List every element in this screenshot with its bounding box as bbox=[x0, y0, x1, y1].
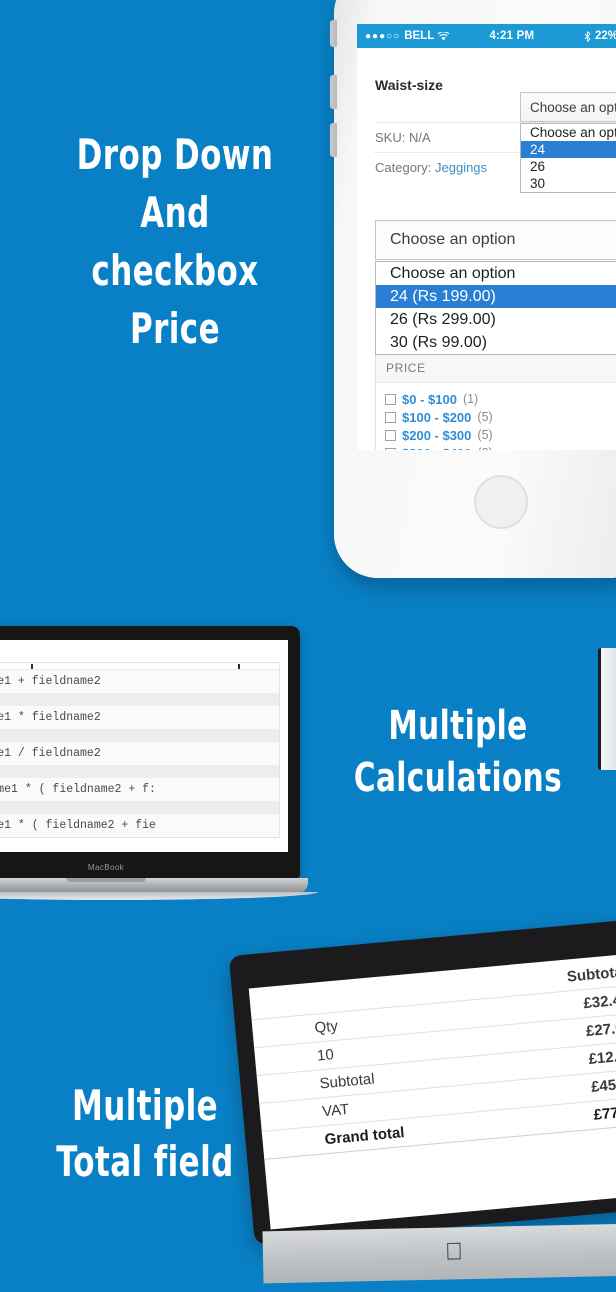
price-filter-checkbox[interactable] bbox=[385, 411, 396, 423]
formula-row[interactable]: (fieldname1 * ( fieldname2 + f: bbox=[0, 778, 279, 801]
imac-chin:  bbox=[262, 1222, 616, 1284]
invoice-table: Subtotal Qty £32.40 10 £27.00 Subtotal £… bbox=[248, 956, 616, 1161]
offscreen-device-edge bbox=[598, 648, 616, 770]
invoice-row-value: £12.90 bbox=[587, 1046, 616, 1068]
imac-body: Subtotal Qty £32.40 10 £27.00 Subtotal £… bbox=[228, 917, 616, 1245]
macbook-mockup: fieldname1 + fieldname2 fieldname1 * fie… bbox=[0, 626, 318, 918]
formula-row-separator bbox=[0, 765, 279, 778]
macbook-brand-label: MacBook bbox=[87, 863, 125, 872]
phone-status-bar: ●●●○○ BELL 4:21 PM 22% bbox=[357, 24, 616, 48]
wifi-icon bbox=[438, 31, 450, 40]
price-filter-checkbox[interactable] bbox=[385, 429, 396, 441]
variation-price-select-options[interactable]: Choose an option 24 (Rs 199.00) 26 (Rs 2… bbox=[375, 261, 616, 355]
apple-logo-icon:  bbox=[443, 1238, 466, 1265]
imac-mockup: Subtotal Qty £32.40 10 £27.00 Subtotal £… bbox=[228, 917, 616, 1292]
formula-row-separator bbox=[0, 693, 279, 706]
battery-percent-label: 22% bbox=[594, 30, 616, 42]
phone-mute-switch[interactable] bbox=[330, 20, 337, 47]
waist-size-select[interactable]: Choose an option bbox=[520, 92, 616, 122]
price-range-label: $100 - $200 bbox=[402, 409, 472, 425]
price-filter-checkbox[interactable] bbox=[385, 393, 396, 405]
phone-home-button[interactable] bbox=[474, 475, 528, 529]
macbook-screen: fieldname1 + fieldname2 fieldname1 * fie… bbox=[0, 640, 288, 852]
promo-banner-canvas: Drop Down And checkbox Price ●●●○○ BELL … bbox=[0, 0, 616, 1292]
option-item[interactable]: 30 bbox=[521, 175, 616, 192]
option-item[interactable]: 24 (Rs 199.00) bbox=[376, 285, 616, 308]
option-item[interactable]: Choose an option bbox=[376, 262, 616, 285]
attribute-label: Waist-size bbox=[375, 77, 443, 93]
option-item[interactable]: Choose an option bbox=[521, 124, 616, 141]
price-range-label: $300 - $400 bbox=[402, 446, 471, 451]
promo-headline-multiple-calculations: Multiple Calculations bbox=[353, 703, 563, 801]
invoice-row-label: Qty bbox=[313, 1017, 339, 1037]
formula-list: fieldname1 + fieldname2 fieldname1 * fie… bbox=[0, 662, 280, 838]
invoice-row-value: £45.00 bbox=[590, 1074, 616, 1096]
formula-row[interactable]: fieldname1 * fieldname2 bbox=[0, 706, 279, 729]
macbook-lid: fieldname1 + fieldname2 fieldname1 * fie… bbox=[0, 626, 300, 878]
option-item[interactable]: 30 (Rs 99.00) bbox=[376, 331, 616, 354]
price-filter-row[interactable]: $0 - $100 (1) bbox=[385, 390, 616, 408]
formula-row[interactable]: fieldname1 * ( fieldname2 + fie bbox=[0, 814, 279, 837]
variation-price-select[interactable]: Choose an option bbox=[375, 220, 616, 260]
waist-size-select-options[interactable]: Choose an option 24 26 30 bbox=[520, 123, 616, 193]
invoice-header-left bbox=[311, 991, 317, 1008]
price-filter-row[interactable]: $100 - $200 (5) bbox=[385, 408, 616, 426]
formula-row[interactable]: fieldname1 + fieldname2 bbox=[0, 670, 279, 693]
price-range-label: $0 - $100 bbox=[402, 391, 457, 407]
bluetooth-icon bbox=[584, 30, 591, 42]
macbook-base bbox=[0, 878, 308, 893]
price-filter-checkbox[interactable] bbox=[385, 447, 396, 450]
price-filter-row[interactable]: $200 - $300 (5) bbox=[385, 426, 616, 444]
carrier-label: BELL bbox=[404, 30, 435, 42]
editor-ruler bbox=[0, 663, 279, 670]
invoice-grand-total-value: £77.40 bbox=[592, 1102, 616, 1124]
promo-headline-dropdown-checkbox-price: Drop Down And checkbox Price bbox=[76, 130, 274, 353]
variation-price-select-value: Choose an option bbox=[390, 231, 516, 248]
invoice-row-label: VAT bbox=[321, 1100, 350, 1121]
price-range-label: $200 - $300 bbox=[402, 427, 472, 443]
formula-row-separator bbox=[0, 729, 279, 742]
invoice-row-label: Subtotal bbox=[318, 1070, 376, 1093]
promo-headline-multiple-total-field: Multiple Total field bbox=[56, 1081, 234, 1186]
invoice-row-value: £32.40 bbox=[582, 991, 616, 1013]
imac-screen: Subtotal Qty £32.40 10 £27.00 Subtotal £… bbox=[248, 951, 616, 1230]
invoice-row-value: £27.00 bbox=[585, 1018, 616, 1041]
invoice-grand-total-label: Grand total bbox=[323, 1124, 406, 1149]
price-count-label: (5) bbox=[477, 428, 493, 442]
category-label: Category: bbox=[375, 160, 432, 175]
price-filter-list: $0 - $100 (1) $100 - $200 (5) $200 - $30… bbox=[376, 383, 616, 450]
phone-volume-down-button[interactable] bbox=[330, 123, 337, 157]
iphone-mockup: ●●●○○ BELL 4:21 PM 22% Waist-size SKU: N… bbox=[330, 0, 616, 578]
option-item[interactable]: 24 bbox=[521, 141, 616, 158]
formula-row[interactable]: fieldname1 / fieldname2 bbox=[0, 742, 279, 765]
category-link[interactable]: Jeggings bbox=[435, 160, 487, 175]
option-item[interactable]: 26 (Rs 299.00) bbox=[376, 308, 616, 331]
formula-row-separator bbox=[0, 801, 279, 814]
status-bar-time: 4:21 PM bbox=[489, 30, 535, 42]
price-filter-row[interactable]: $300 - $400 (3) bbox=[385, 444, 616, 450]
price-count-label: (3) bbox=[477, 446, 492, 450]
price-filter-header[interactable]: PRICE bbox=[376, 353, 616, 383]
phone-screen: ●●●○○ BELL 4:21 PM 22% Waist-size SKU: N… bbox=[357, 24, 616, 450]
price-count-label: (1) bbox=[462, 392, 479, 406]
price-filter-title: PRICE bbox=[386, 360, 426, 375]
invoice-row-label: 10 bbox=[316, 1046, 335, 1065]
waist-size-select-value: Choose an option bbox=[530, 99, 616, 115]
invoice-header-subtotal: Subtotal bbox=[566, 963, 616, 986]
phone-volume-up-button[interactable] bbox=[330, 75, 337, 109]
option-item[interactable]: 26 bbox=[521, 158, 616, 175]
signal-dots-icon: ●●●○○ bbox=[365, 30, 401, 42]
price-count-label: (5) bbox=[477, 410, 493, 424]
price-filter-widget: PRICE $0 - $100 (1) $100 - $200 (5) $200… bbox=[375, 352, 616, 450]
macbook-foot bbox=[0, 892, 318, 900]
